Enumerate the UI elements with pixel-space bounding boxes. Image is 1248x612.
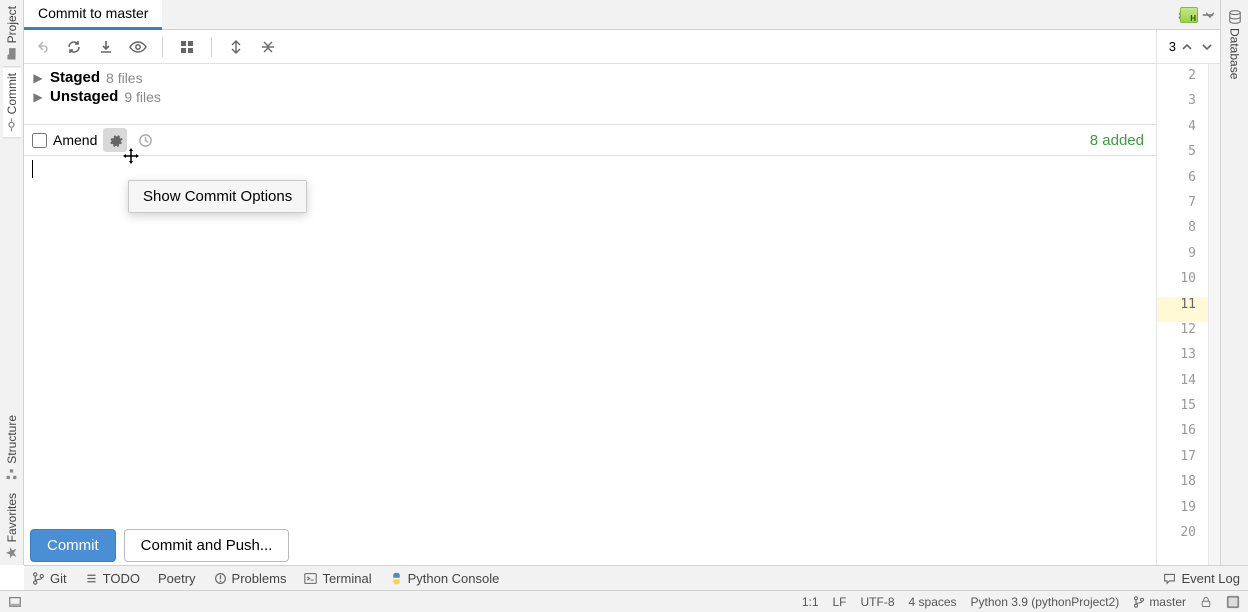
staged-count: 8 files (106, 70, 143, 86)
text-cursor (32, 160, 33, 178)
collapse-icon[interactable] (256, 35, 280, 59)
tool-window-icon[interactable] (8, 595, 22, 609)
bubble-icon (1163, 572, 1176, 585)
git-branch[interactable]: master (1133, 595, 1186, 609)
download-icon[interactable] (94, 35, 118, 59)
git-label: Git (50, 571, 67, 586)
indent[interactable]: 4 spaces (909, 595, 957, 609)
commit-toolbar (24, 30, 1156, 64)
poetry-tab[interactable]: Poetry (158, 571, 196, 586)
chevron-down-icon[interactable] (1198, 38, 1216, 56)
amend-row: Amend 8 added (24, 124, 1156, 156)
unstaged-label: Unstaged (50, 88, 118, 105)
eye-icon[interactable] (126, 35, 150, 59)
encoding[interactable]: UTF-8 (861, 595, 895, 609)
todo-label: TODO (103, 571, 140, 586)
chevron-up-icon[interactable] (1178, 38, 1196, 56)
branch-icon (1133, 596, 1145, 608)
amend-label: Amend (53, 132, 97, 148)
staged-label: Staged (50, 69, 100, 86)
terminal-tab[interactable]: Terminal (304, 571, 371, 586)
editor-gutter: 3 234567891011121314151617181920 (1156, 30, 1220, 565)
gear-icon[interactable] (103, 128, 127, 152)
structure-tab-label: Structure (5, 415, 19, 464)
nav-count: 3 (1169, 39, 1176, 54)
structure-icon (5, 468, 18, 481)
folder-icon (5, 47, 18, 60)
event-log-tab[interactable]: Event Log (1163, 571, 1240, 586)
structure-tab[interactable]: Structure (3, 409, 21, 487)
branch-icon (32, 572, 45, 585)
expand-icon[interactable] (224, 35, 248, 59)
list-icon (85, 572, 98, 585)
separator (162, 37, 163, 57)
group-icon[interactable] (175, 35, 199, 59)
unstaged-row[interactable]: ▶ Unstaged 9 files (32, 87, 1148, 106)
python-console-tab[interactable]: Python Console (390, 571, 500, 586)
highlight-badge[interactable] (1180, 7, 1198, 23)
tooltip: Show Commit Options (128, 180, 307, 213)
staged-row[interactable]: ▶ Staged 8 files (32, 68, 1148, 87)
commit-main-panel: ▶ Staged 8 files ▶ Unstaged 9 files Amen… (24, 64, 1156, 565)
changes-tree[interactable]: ▶ Staged 8 files ▶ Unstaged 9 files (24, 64, 1156, 124)
lock-icon[interactable] (1200, 596, 1212, 608)
python-icon (390, 572, 403, 585)
terminal-icon (304, 572, 317, 585)
todo-tab[interactable]: TODO (85, 571, 140, 586)
problems-tab[interactable]: Problems (214, 571, 287, 586)
database-tab-label: Database (1228, 28, 1242, 79)
chevron-right-icon[interactable]: ▶ (32, 71, 44, 85)
database-tab[interactable]: Database (1226, 4, 1244, 85)
poetry-label: Poetry (158, 571, 196, 586)
star-icon (5, 546, 18, 559)
ide-icon[interactable] (1226, 595, 1240, 609)
added-count: 8 added (1090, 132, 1148, 149)
rollback-icon[interactable] (30, 35, 54, 59)
unstaged-count: 9 files (124, 89, 161, 105)
database-icon (1228, 10, 1242, 24)
separator (211, 37, 212, 57)
history-icon[interactable] (133, 128, 157, 152)
project-tab-label: Project (5, 6, 19, 43)
gutter-nav: 3 (1157, 30, 1220, 64)
favorites-tab[interactable]: Favorites (3, 487, 21, 565)
commit-tab[interactable]: Commit (3, 66, 21, 138)
commit-message-input[interactable] (24, 156, 1156, 565)
left-tool-strip: Project Commit Structure Favorites (0, 0, 24, 565)
marker-strip[interactable] (1208, 64, 1220, 565)
problems-label: Problems (232, 571, 287, 586)
commit-and-push-button[interactable]: Commit and Push... (124, 529, 290, 562)
commit-tab-label: Commit (5, 73, 19, 114)
project-tab[interactable]: Project (3, 0, 21, 66)
amend-checkbox[interactable] (32, 133, 47, 148)
warning-icon (214, 572, 227, 585)
python-console-label: Python Console (408, 571, 500, 586)
caret-position[interactable]: 1:1 (802, 595, 819, 609)
favorites-tab-label: Favorites (5, 493, 19, 542)
status-bar: 1:1 LF UTF-8 4 spaces Python 3.9 (python… (0, 590, 1248, 612)
commit-icon (5, 119, 18, 132)
commit-panel-header: Commit to master (24, 0, 1220, 30)
refresh-icon[interactable] (62, 35, 86, 59)
right-tool-strip: Database (1220, 0, 1248, 565)
event-log-label: Event Log (1181, 571, 1240, 586)
commit-panel-title[interactable]: Commit to master (24, 0, 162, 30)
interpreter[interactable]: Python 3.9 (pythonProject2) (971, 595, 1120, 609)
chevron-right-icon[interactable]: ▶ (32, 90, 44, 104)
chevron-down-icon[interactable] (1204, 9, 1216, 21)
terminal-label: Terminal (322, 571, 371, 586)
branch-name: master (1149, 595, 1186, 609)
commit-button-row: Commit Commit and Push... (30, 529, 289, 562)
git-tab[interactable]: Git (32, 571, 67, 586)
line-separator[interactable]: LF (833, 595, 847, 609)
bottom-tool-tabs: Git TODO Poetry Problems Terminal Python… (24, 565, 1248, 590)
commit-button[interactable]: Commit (30, 529, 116, 562)
